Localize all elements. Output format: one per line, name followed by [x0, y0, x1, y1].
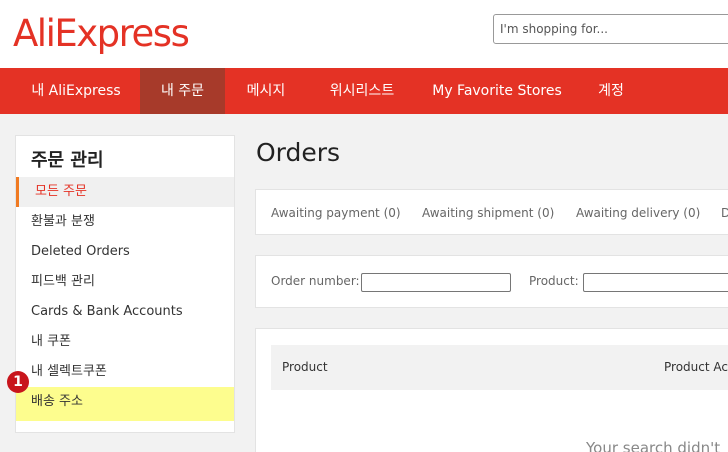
- nav-my-aliexpress[interactable]: 내 AliExpress: [16, 68, 136, 114]
- nav-wishlist[interactable]: 위시리스트: [315, 68, 409, 114]
- sidebar-item-my-coupons[interactable]: 내 쿠폰: [16, 327, 234, 357]
- sidebar-item-select-coupons[interactable]: 내 셀렉트쿠폰: [16, 357, 234, 387]
- order-status-tabs: Awaiting payment (0) Awaiting shipment (…: [255, 189, 728, 235]
- step-badge: 1: [7, 371, 29, 393]
- search-input[interactable]: I'm shopping for...: [493, 14, 728, 44]
- nav-my-orders[interactable]: 내 주문: [140, 68, 225, 114]
- tab-awaiting-payment[interactable]: Awaiting payment (0): [271, 190, 401, 234]
- column-product: Product: [282, 360, 328, 374]
- tab-awaiting-delivery[interactable]: Awaiting delivery (0): [576, 190, 700, 234]
- page-title: Orders: [256, 138, 341, 167]
- sidebar-title: 주문 관리: [31, 150, 104, 171]
- main-nav: 내 AliExpress 내 주문 메시지 위시리스트 My Favorite …: [0, 68, 728, 114]
- product-label: Product:: [529, 274, 579, 288]
- order-search-filter: Order number: Product:: [255, 255, 728, 308]
- product-input[interactable]: [583, 273, 728, 292]
- sidebar-item-feedback[interactable]: 피드백 관리: [16, 267, 234, 297]
- order-number-label: Order number:: [271, 274, 360, 288]
- tab-next[interactable]: D: [721, 190, 728, 234]
- column-product-action: Product Act: [664, 360, 728, 374]
- empty-results-message: Your search didn't: [586, 439, 721, 452]
- tab-awaiting-shipment[interactable]: Awaiting shipment (0): [422, 190, 554, 234]
- nav-messages[interactable]: 메시지: [235, 68, 297, 114]
- order-management-sidebar: 주문 관리 모든 주문 환불과 분쟁 Deleted Orders 피드백 관리…: [15, 135, 235, 433]
- order-number-input[interactable]: [361, 273, 511, 292]
- sidebar-item-shipping-address[interactable]: 배송 주소: [16, 387, 234, 421]
- sidebar-item-deleted-orders[interactable]: Deleted Orders: [16, 237, 234, 267]
- orders-table: Product Product Act Your search didn't: [255, 328, 728, 452]
- aliexpress-logo[interactable]: AliExpress: [13, 12, 190, 56]
- sidebar-item-refunds-disputes[interactable]: 환불과 분쟁: [16, 207, 234, 237]
- nav-favorite-stores[interactable]: My Favorite Stores: [428, 68, 566, 114]
- header: AliExpress I'm shopping for...: [0, 0, 728, 68]
- sidebar-item-all-orders[interactable]: 모든 주문: [16, 177, 234, 207]
- nav-account[interactable]: 계정: [585, 68, 637, 114]
- sidebar-item-cards-bank-accounts[interactable]: Cards & Bank Accounts: [16, 297, 234, 327]
- table-header: Product Product Act: [271, 345, 728, 390]
